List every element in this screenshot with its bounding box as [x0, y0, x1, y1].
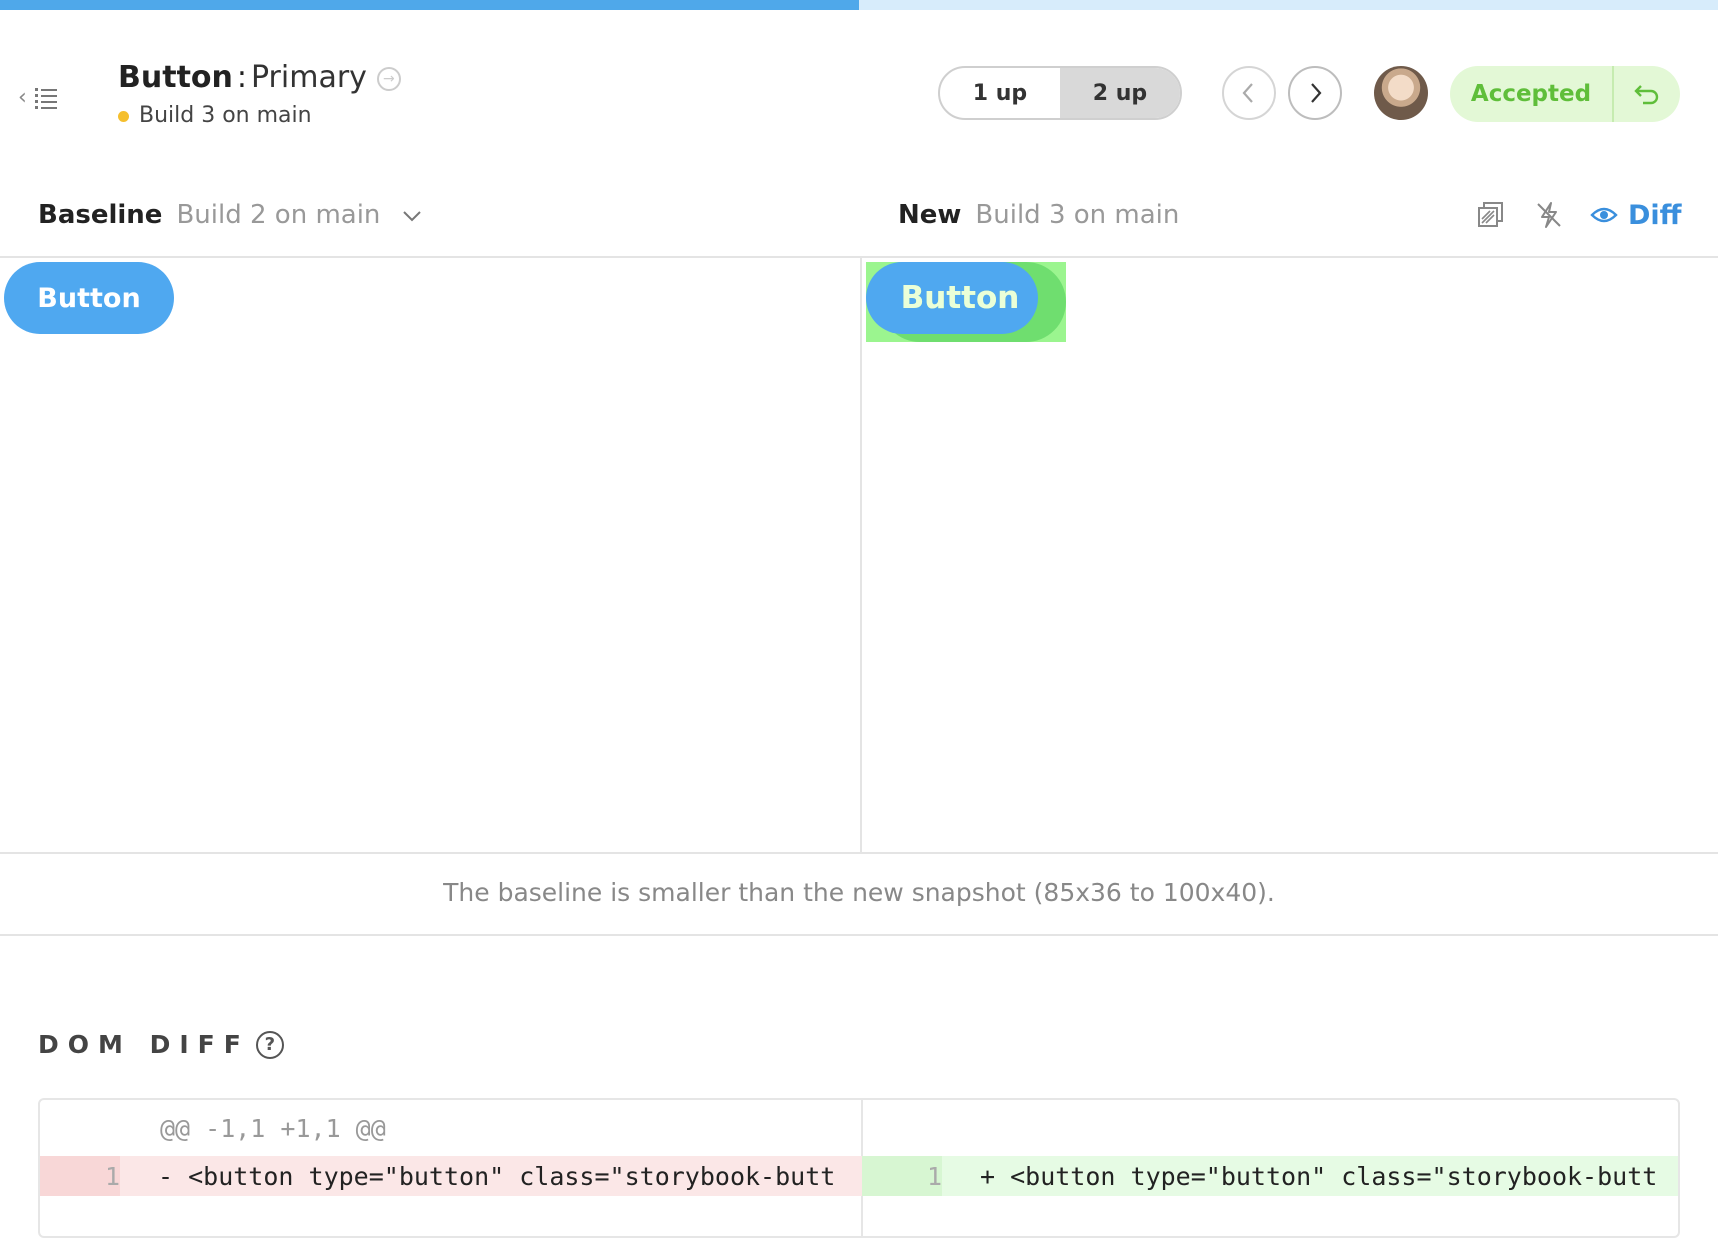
back-to-list-button[interactable]: ‹: [18, 80, 72, 116]
dom-diff-title: DOM DIFF ?: [38, 1030, 284, 1059]
build-status: Build 3 on main: [118, 102, 312, 130]
strobe-toggle-button[interactable]: [1534, 200, 1564, 230]
divider: [0, 934, 1718, 936]
divider: [0, 256, 1718, 258]
diff-hunk-header: @@ -1,1 +1,1 @@: [160, 1114, 386, 1143]
chevron-left-icon: [1242, 83, 1253, 103]
new-label: New: [898, 200, 962, 230]
baseline-header: Baseline Build 2 on main: [38, 198, 423, 232]
divider: [0, 852, 1718, 854]
new-snapshot-button: Button: [866, 262, 1038, 334]
baseline-build-label: Build 2 on main: [176, 200, 381, 230]
line-number: 1: [104, 1161, 120, 1191]
dom-diff-viewer: @@ -1,1 +1,1 @@ 1 - <button type="button…: [38, 1098, 1680, 1238]
view-2-up-option[interactable]: 2 up: [1060, 68, 1180, 118]
baseline-snapshot-button: Button: [4, 262, 174, 334]
removed-code: - <button type="button" class="storybook…: [158, 1161, 836, 1191]
list-icon: [34, 87, 57, 109]
eye-icon: [1590, 207, 1618, 223]
new-header: New Build 3 on main: [898, 198, 1179, 232]
compare-layers-button[interactable]: [1476, 200, 1506, 230]
avatar[interactable]: [1374, 66, 1428, 120]
accepted-button[interactable]: Accepted: [1450, 66, 1612, 122]
baseline-snapshot-text: Button: [37, 282, 141, 314]
undo-icon: [1634, 85, 1659, 105]
size-message: The baseline is smaller than the new sna…: [443, 878, 1275, 907]
title-separator: :: [236, 60, 247, 95]
diff-toggle-button[interactable]: Diff: [1590, 198, 1682, 232]
view-mode-toggle: 1 up 2 up: [938, 66, 1182, 120]
story-title: Button: Primary →: [118, 60, 401, 96]
view-1-up-option[interactable]: 1 up: [940, 68, 1060, 118]
baseline-label: Baseline: [38, 200, 163, 230]
compare-layers-icon: [1478, 202, 1503, 227]
build-status-label: Build 3 on main: [139, 103, 312, 128]
review-actions: Accepted: [1450, 66, 1680, 122]
diff-removed-row: 1 - <button type="button" class="storybo…: [40, 1156, 862, 1196]
previous-snapshot-button[interactable]: [1222, 66, 1276, 120]
chevron-left-icon: ‹: [18, 85, 27, 110]
diff-added-row: 1 + <button type="button" class="storybo…: [862, 1156, 1678, 1196]
added-code: + <button type="button" class="storybook…: [980, 1161, 1658, 1191]
next-snapshot-button[interactable]: [1288, 66, 1342, 120]
component-name: Button: [118, 60, 233, 95]
chevron-right-icon: [1311, 83, 1322, 103]
help-icon[interactable]: ?: [255, 1030, 284, 1059]
line-number: 1: [926, 1161, 942, 1191]
story-name: Primary: [250, 60, 367, 95]
build-status-dot: [118, 110, 129, 122]
arrow-circle-right-icon[interactable]: →: [376, 67, 401, 91]
strobe-off-icon: [1537, 202, 1561, 228]
undo-button[interactable]: [1614, 66, 1680, 122]
progress-fill: [0, 0, 859, 10]
chevron-down-icon: [402, 211, 421, 222]
baseline-build-dropdown[interactable]: Build 2 on main: [176, 198, 422, 232]
dom-diff-heading: DOM DIFF: [38, 1030, 250, 1059]
new-snapshot-text: Button: [900, 280, 1020, 316]
new-build-label: Build 3 on main: [975, 200, 1180, 230]
diff-toggle-label: Diff: [1628, 199, 1682, 231]
panel-divider: [860, 258, 862, 852]
